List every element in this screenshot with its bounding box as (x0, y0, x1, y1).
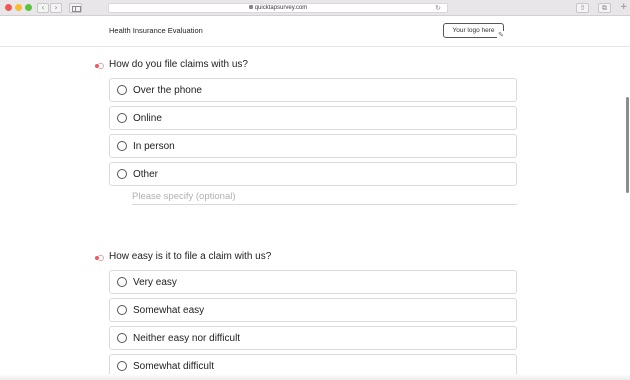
other-specify-input[interactable]: Please specify (optional) (132, 190, 517, 205)
question-title: How easy is it to file a claim with us? (109, 251, 272, 262)
edit-icon[interactable]: ✎ (497, 31, 505, 39)
back-button[interactable]: ‹ (37, 3, 49, 13)
radio-button[interactable] (117, 113, 127, 123)
scrollbar[interactable] (626, 97, 629, 193)
tabs-overview-icon[interactable]: ⧉ (598, 3, 611, 13)
logo-placeholder-label: Your logo here (452, 27, 495, 34)
option-somewhat-easy[interactable]: Somewhat easy (109, 298, 517, 322)
bottom-shadow (0, 374, 630, 380)
radio-button[interactable] (117, 333, 127, 343)
url-text: quicktapsurvey.com (254, 5, 308, 11)
radio-button[interactable] (117, 141, 127, 151)
option-label: Other (133, 169, 159, 180)
radio-button[interactable] (117, 85, 127, 95)
option-very-easy[interactable]: Very easy (109, 270, 517, 294)
close-window-button[interactable] (5, 4, 12, 11)
option-label: Online (133, 113, 162, 124)
zoom-window-button[interactable] (25, 4, 32, 11)
forward-button[interactable]: › (50, 3, 62, 13)
sidebar-toggle-icon[interactable] (69, 3, 82, 13)
browser-toolbar: ‹ › quicktapsurvey.com ↻ ⇧ ⧉ + (0, 0, 630, 16)
minimize-window-button[interactable] (15, 4, 22, 11)
radio-button[interactable] (117, 169, 127, 179)
required-marker-icon (95, 255, 104, 261)
option-label: Very easy (133, 277, 177, 288)
option-over-the-phone[interactable]: Over the phone (109, 78, 517, 102)
lock-icon (248, 5, 253, 10)
address-bar[interactable]: quicktapsurvey.com ↻ (108, 3, 448, 13)
reload-icon[interactable]: ↻ (435, 4, 441, 12)
logo-placeholder[interactable]: Your logo here ✎ (443, 23, 505, 39)
radio-button[interactable] (117, 305, 127, 315)
option-label: Somewhat difficult (133, 361, 214, 372)
option-label: Neither easy nor difficult (133, 333, 241, 344)
question-title: How do you file claims with us? (109, 59, 248, 70)
option-label: In person (133, 141, 175, 152)
specify-placeholder: Please specify (optional) (132, 191, 236, 202)
option-label: Somewhat easy (133, 305, 205, 316)
survey-title: Health Insurance Evaluation (109, 26, 203, 35)
option-label: Over the phone (133, 85, 202, 96)
option-in-person[interactable]: In person (109, 134, 517, 158)
radio-button[interactable] (117, 361, 127, 371)
share-icon[interactable]: ⇧ (576, 3, 589, 13)
required-marker-icon (95, 63, 104, 69)
new-tab-icon[interactable]: + (620, 2, 628, 13)
option-online[interactable]: Online (109, 106, 517, 130)
option-neither-easy-nor-difficult[interactable]: Neither easy nor difficult (109, 326, 517, 350)
option-other[interactable]: Other (109, 162, 517, 186)
header-divider (0, 46, 630, 47)
radio-button[interactable] (117, 277, 127, 287)
